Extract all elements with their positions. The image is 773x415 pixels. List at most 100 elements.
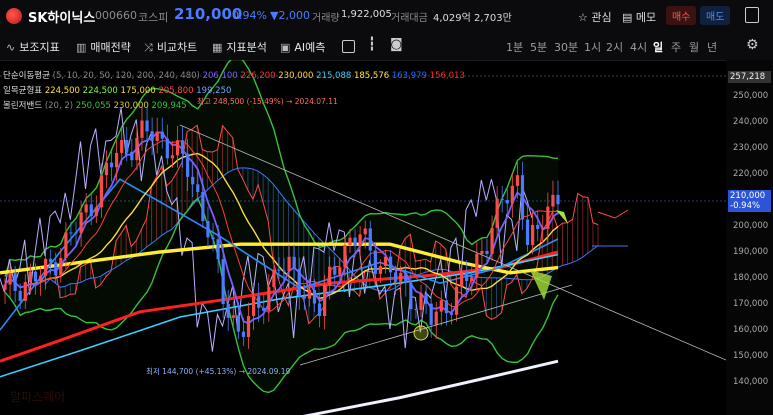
bollinger-legend[interactable]: 볼린저밴드 (20, 2) 250,055 230,000 209,945 <box>3 99 187 111</box>
favorite-label: 관심 <box>591 11 612 24</box>
compare-icon: ⤨ <box>144 41 153 54</box>
ichimoku-legend-label: 일목균형표 <box>3 86 43 96</box>
ma-value-2: 226,200 <box>240 71 276 81</box>
candle-body <box>231 315 235 318</box>
compare-button[interactable]: ⤨ 비교차트 <box>144 39 197 55</box>
amount-label: 거래대금 <box>391 13 428 24</box>
candle-body <box>196 184 200 193</box>
candle-body <box>89 204 93 216</box>
candle-body <box>130 151 134 161</box>
y-tick: 150,000 <box>733 351 769 361</box>
candle-body <box>120 139 124 153</box>
candle-body <box>282 270 286 272</box>
indicator-icon: ∿ <box>6 41 16 54</box>
period-year[interactable]: 년 <box>707 39 717 55</box>
price-axis[interactable] <box>726 60 773 415</box>
candle-body <box>277 269 281 271</box>
period-1h[interactable]: 1시 <box>584 39 601 55</box>
panel-toggle-icon[interactable] <box>745 7 759 23</box>
memo-button[interactable]: ▤ 메모 <box>622 9 656 25</box>
camera-icon[interactable]: ◙ <box>390 37 403 52</box>
candle-body <box>145 120 149 132</box>
candle-body <box>323 285 327 316</box>
buy-button[interactable]: 매수 <box>666 6 697 25</box>
favorite-button[interactable]: ☆ 관심 <box>578 9 612 25</box>
candle-body <box>3 284 7 290</box>
candle-body <box>373 250 377 274</box>
signal-marker-icon[interactable] <box>413 325 429 341</box>
candle-body <box>201 192 205 222</box>
y-tick: 170,000 <box>733 299 769 309</box>
ma-value-4: 215,088 <box>316 71 352 81</box>
candle-body <box>94 207 98 216</box>
candle-body <box>13 273 17 291</box>
candle-body <box>449 313 454 315</box>
indicator-button[interactable]: ∿ 보조지표 <box>6 39 60 55</box>
candle-body <box>414 309 418 311</box>
candle-body <box>485 250 489 254</box>
period-month[interactable]: 월 <box>689 39 699 55</box>
period-1m[interactable]: 1분 <box>506 39 523 55</box>
candle-body <box>140 120 144 138</box>
memo-icon: ▤ <box>622 11 633 24</box>
current-price-tag-pct: -0.94% <box>730 201 761 211</box>
candle-type-icon[interactable]: ┇ <box>368 37 376 52</box>
candle-body <box>312 289 317 304</box>
candle-body <box>84 204 88 213</box>
bollinger-value-mid: 230,000 <box>113 101 149 111</box>
candle-body <box>69 232 73 234</box>
candle-body <box>444 300 448 314</box>
ai-predict-button[interactable]: ▣ AI예측 <box>280 39 325 55</box>
y-tick: 250,000 <box>733 91 769 101</box>
analysis-button[interactable]: ▦ 지표분석 <box>212 39 267 55</box>
candle-body <box>307 289 312 299</box>
candle-body <box>262 307 266 311</box>
candle-body <box>74 232 78 234</box>
ichimoku-legend[interactable]: 일목균형표 224,500 224,500 175,000 205,800 19… <box>3 84 231 96</box>
period-week[interactable]: 주 <box>671 39 681 55</box>
bollinger-legend-label: 볼린저밴드 <box>3 101 43 111</box>
strategy-icon: ▥ <box>76 41 87 54</box>
candle-body <box>358 234 362 246</box>
candle-body <box>297 269 301 297</box>
candle-body <box>18 290 22 301</box>
period-5m[interactable]: 5분 <box>530 39 547 55</box>
watermark: 알파스퀘어 <box>10 390 66 404</box>
candle-body <box>33 271 38 282</box>
y-tick: 240,000 <box>733 117 769 127</box>
candle-body <box>257 296 261 308</box>
candle-body <box>536 224 540 229</box>
ma-legend[interactable]: 단순이동평균 (5, 10, 20, 50, 120, 200, 240, 48… <box>3 69 465 81</box>
period-30m[interactable]: 30분 <box>554 39 578 55</box>
candle-body <box>246 315 251 337</box>
candle-body <box>272 269 276 288</box>
candle-body <box>520 175 525 220</box>
strategy-button[interactable]: ▥ 매매전략 <box>76 39 131 55</box>
amount-value: 4,029억 2,703만 <box>433 13 512 24</box>
candle-body <box>59 257 63 276</box>
price-chart[interactable] <box>0 60 726 415</box>
candle-body <box>28 271 32 282</box>
candle-body <box>23 281 27 301</box>
candle-body <box>54 262 58 276</box>
candle-body <box>64 232 68 258</box>
candle-body <box>404 273 408 283</box>
indicator-label: 보조지표 <box>19 41 60 54</box>
compare-label: 비교차트 <box>156 41 198 54</box>
candle-body <box>424 293 428 304</box>
period-day[interactable]: 일 <box>653 39 663 55</box>
period-4h[interactable]: 4시 <box>630 39 647 55</box>
gear-icon[interactable]: ⚙ <box>746 37 759 53</box>
ichimoku-value-4: 205,800 <box>158 86 194 96</box>
y-tick: 200,000 <box>733 221 769 231</box>
candle-body <box>525 219 530 245</box>
period-2h[interactable]: 2시 <box>606 39 623 55</box>
candle-body <box>216 239 220 260</box>
candle-body <box>186 153 190 177</box>
candle-body <box>419 293 423 310</box>
stock-name[interactable]: SK하이닉스 <box>28 7 95 26</box>
sell-button[interactable]: 매도 <box>700 6 731 25</box>
candle-body <box>236 315 240 332</box>
checkbox-icon[interactable] <box>342 40 355 53</box>
candle-body <box>155 131 159 141</box>
